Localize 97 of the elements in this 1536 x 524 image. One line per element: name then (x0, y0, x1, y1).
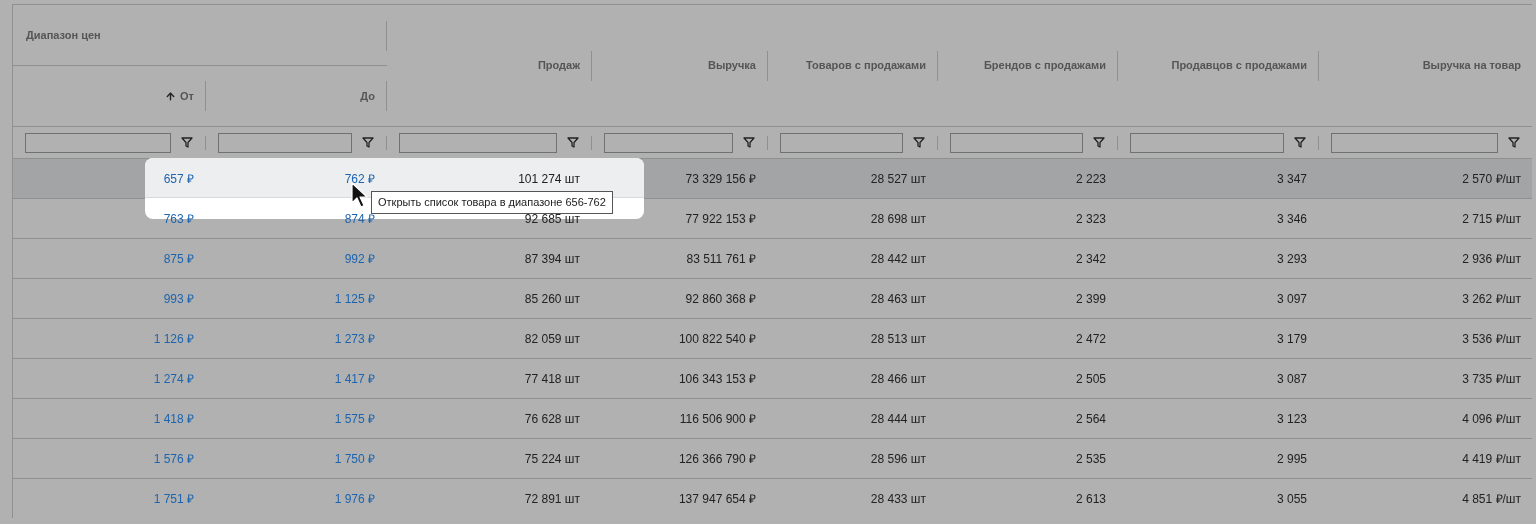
table-cell-text: 28 513 шт (870, 330, 926, 348)
price-link[interactable]: 657 ₽ (163, 169, 194, 188)
price-link[interactable]: 993 ₽ (163, 289, 194, 308)
price-link[interactable]: 1 576 ₽ (153, 449, 194, 468)
table-cell-text: 28 442 шт (870, 250, 926, 268)
table-cell-text: 75 224 шт (524, 450, 580, 468)
price-link[interactable]: 875 ₽ (163, 249, 194, 268)
column-header[interactable]: Выручка на товар (1422, 57, 1521, 74)
table-cell-text: 2 715 ₽/шт (1462, 210, 1521, 228)
table-cell-text: 28 444 шт (870, 410, 926, 428)
filter-field[interactable] (1331, 132, 1498, 153)
table-cell-text: 87 394 шт (524, 250, 580, 268)
price-link[interactable]: 1 976 ₽ (334, 489, 375, 508)
column-header[interactable]: Продавцов с продажами (1171, 57, 1307, 74)
filter-icon[interactable] (362, 137, 374, 148)
column-header[interactable]: Продаж (537, 57, 580, 74)
table-cell-text: 3 087 (1276, 370, 1307, 388)
price-link[interactable]: 1 273 ₽ (334, 329, 375, 348)
price-link[interactable]: 1 750 ₽ (334, 449, 375, 468)
table-cell-text: 2 323 (1075, 210, 1106, 228)
table-cell-text: 2 995 (1276, 450, 1307, 468)
table-cell-text: 116 506 900 ₽ (679, 410, 756, 428)
table-cell-text: 137 947 654 ₽ (678, 490, 756, 508)
table-cell-text: 3 179 (1276, 330, 1307, 348)
table-cell-text: 3 262 ₽/шт (1462, 290, 1521, 308)
column-header[interactable]: Товаров с продажами (806, 57, 926, 74)
filter-field[interactable] (218, 132, 352, 153)
table-cell-text: 3 347 (1276, 170, 1307, 188)
filter-icon[interactable] (1093, 137, 1105, 148)
column-header[interactable]: Выручка (707, 57, 756, 74)
filter-field[interactable] (25, 132, 171, 153)
table-cell-text: 2 223 (1075, 170, 1106, 188)
table-cell-text: 3 293 (1276, 250, 1307, 268)
column-header[interactable]: Брендов с продажами (983, 57, 1106, 74)
table-cell-text: 28 463 шт (870, 290, 926, 308)
table-cell-text: 28 698 шт (870, 210, 926, 228)
column-header[interactable]: От (180, 87, 194, 105)
price-link[interactable]: 1 274 ₽ (153, 369, 194, 388)
table-cell-text: 2 399 (1075, 290, 1106, 308)
table-cell-text: 126 366 790 ₽ (678, 450, 756, 468)
table-cell-text: 3 123 (1276, 410, 1307, 428)
table-cell-text: 72 891 шт (524, 490, 580, 508)
table-cell-text: 2 936 ₽/шт (1462, 250, 1521, 268)
table-cell-text: 2 564 (1075, 410, 1106, 428)
filter-icon[interactable] (1294, 137, 1306, 148)
price-link[interactable]: 992 ₽ (344, 249, 375, 268)
table-cell-text: 2 472 (1075, 330, 1106, 348)
table-cell-text: 106 343 153 ₽ (678, 370, 756, 388)
table-cell-text: 83 511 761 ₽ (686, 250, 756, 268)
table-cell-text: 73 329 156 ₽ (685, 170, 756, 188)
filter-icon[interactable] (181, 137, 193, 148)
filter-field[interactable] (399, 132, 557, 153)
table-cell-text: 4 851 ₽/шт (1462, 490, 1521, 508)
tooltip: Открыть список товара в диапазоне 656-762 (371, 191, 613, 214)
price-link[interactable]: 1 417 ₽ (334, 369, 375, 388)
table-cell-text: 3 536 ₽/шт (1462, 330, 1521, 348)
table-cell-text: 77 922 153 ₽ (685, 210, 756, 228)
column-header[interactable]: До (360, 87, 375, 105)
price-link[interactable]: 1 125 ₽ (334, 289, 375, 308)
filter-icon[interactable] (913, 137, 925, 148)
table-cell-text: 101 274 шт (518, 170, 580, 188)
price-link[interactable]: 1 418 ₽ (153, 409, 194, 428)
filter-field[interactable] (950, 132, 1083, 153)
price-link[interactable]: 762 ₽ (344, 169, 375, 188)
table-cell-text: 28 433 шт (870, 490, 926, 508)
table-cell-text: 2 535 (1075, 450, 1106, 468)
price-link[interactable]: 1 751 ₽ (153, 489, 194, 508)
table-cell-text: 2 570 ₽/шт (1462, 170, 1521, 188)
table-cell-text: 77 418 шт (524, 370, 580, 388)
table-cell-text: 4 096 ₽/шт (1462, 410, 1521, 428)
filter-field[interactable] (604, 132, 733, 153)
mouse-pointer-icon (351, 182, 369, 208)
price-link[interactable]: 1 575 ₽ (334, 409, 375, 428)
table-cell-text: 92 860 368 ₽ (685, 290, 756, 308)
table-cell-text: 3 097 (1276, 290, 1307, 308)
table-cell-text: 2 342 (1075, 250, 1106, 268)
price-link[interactable]: 1 126 ₽ (153, 329, 194, 348)
table-cell-text: 2 505 (1075, 370, 1106, 388)
filter-icon[interactable] (743, 137, 755, 148)
table-cell-text: 85 260 шт (524, 290, 580, 308)
table-cell-text: 28 527 шт (870, 170, 926, 188)
table-cell-text: 2 613 (1075, 490, 1106, 508)
filter-icon[interactable] (567, 137, 579, 148)
table-cell-text: 28 596 шт (870, 450, 926, 468)
price-link[interactable]: 763 ₽ (163, 209, 194, 228)
filter-field[interactable] (1130, 132, 1284, 153)
table-cell-text: 3 346 (1276, 210, 1307, 228)
column-group-header: Диапазон цен (26, 27, 101, 43)
table-cell-text: 3 055 (1276, 490, 1307, 508)
table-cell-text: 100 822 540 ₽ (678, 330, 756, 348)
filter-field[interactable] (780, 132, 903, 153)
table-cell-text: 3 735 ₽/шт (1462, 370, 1521, 388)
table-cell-text: 82 059 шт (524, 330, 580, 348)
table-cell-text: 28 466 шт (870, 370, 926, 388)
filter-icon[interactable] (1508, 137, 1520, 148)
table-cell-text: 76 628 шт (524, 410, 580, 428)
table-cell-text: 4 419 ₽/шт (1462, 450, 1521, 468)
